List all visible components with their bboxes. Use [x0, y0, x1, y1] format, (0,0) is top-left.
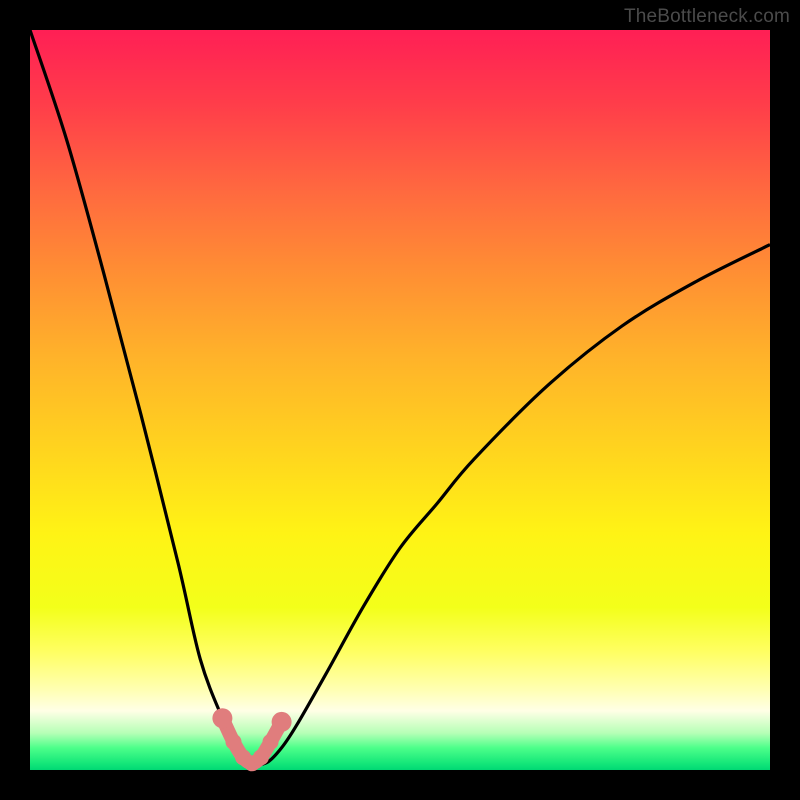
chart-frame: TheBottleneck.com — [0, 0, 800, 800]
highlight-dot — [272, 712, 292, 732]
highlight-dot — [226, 734, 242, 750]
highlight-dot — [212, 708, 232, 728]
plot-svg — [30, 30, 770, 770]
plot-area — [30, 30, 770, 770]
highlight-dot — [263, 734, 279, 750]
bottleneck-curve — [30, 30, 770, 764]
watermark-text: TheBottleneck.com — [624, 6, 790, 28]
highlight-dot — [253, 749, 269, 765]
